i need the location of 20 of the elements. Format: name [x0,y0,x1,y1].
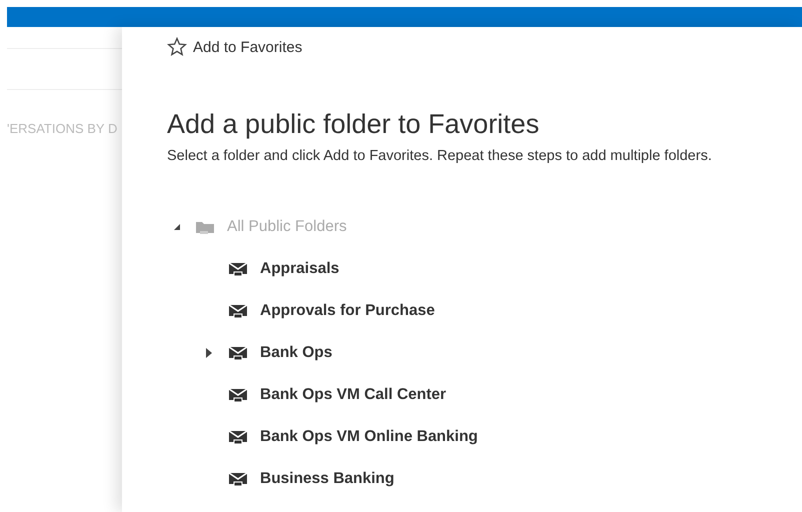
mail-folder-icon [228,429,248,445]
folder-name[interactable]: Bank Ops VM Call Center [260,386,446,404]
folder-name[interactable]: Business Banking [260,470,394,488]
mail-folder-icon [228,345,248,361]
folder-icon [195,219,215,235]
folder-name[interactable]: Appraisals [260,260,340,278]
add-to-favorites-button[interactable]: Add to Favorites [167,37,302,57]
folder-name[interactable]: Bank Ops [260,344,332,362]
column-header: 'ERSATIONS BY D [7,121,118,136]
mail-folder-icon [228,261,248,277]
star-icon [167,37,187,57]
instructions-text: Select a folder and click Add to Favorites. Repeat these steps to add multiple folders. [167,148,713,164]
folder-name[interactable]: Bank Ops VM Online Banking [260,428,478,446]
collapsed-caret-icon[interactable] [206,348,212,358]
mail-folder-icon [228,303,248,319]
mail-folder-icon [228,471,248,487]
folder-name[interactable]: Approvals for Purchase [260,302,435,320]
panel-title: Add a public folder to Favorites [167,109,540,140]
expanded-caret-icon[interactable] [173,223,181,231]
mail-folder-icon [228,387,248,403]
